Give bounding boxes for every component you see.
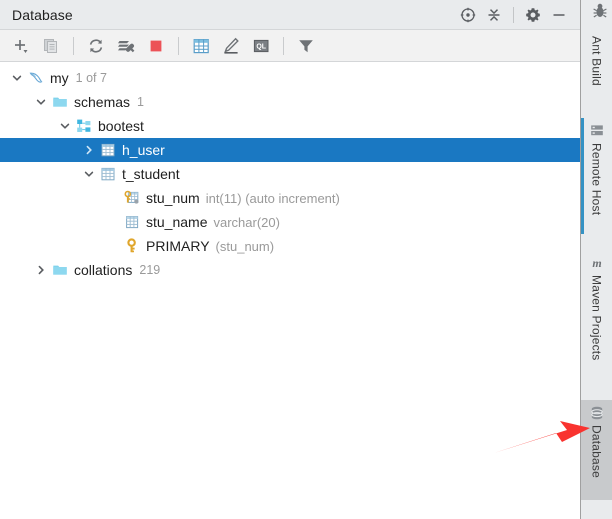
locate-icon[interactable]: [455, 2, 481, 28]
title-bar-separator: [513, 6, 514, 23]
sidebar-tab-label: Remote Host: [589, 143, 604, 216]
tree-node-type: varchar(20): [213, 214, 280, 230]
tree-node-type: (stu_num): [215, 238, 275, 254]
table-editor-icon[interactable]: [186, 31, 216, 61]
database-icon: [589, 406, 605, 420]
tree-node-primary-key[interactable]: PRIMARY (stu_num): [0, 234, 580, 258]
chevron-down-icon[interactable]: [56, 120, 74, 132]
bug-icon[interactable]: [592, 2, 608, 25]
tree-node-label: PRIMARY: [146, 238, 210, 254]
run-script-icon[interactable]: [111, 31, 141, 61]
chevron-down-icon[interactable]: [80, 168, 98, 180]
primary-key-column-icon: [122, 190, 142, 206]
sidebar-tab-maven-projects[interactable]: m Maven Projects: [581, 250, 612, 382]
tree-node-label: h_user: [122, 142, 165, 158]
tree-node-stu-name[interactable]: stu_name varchar(20): [0, 210, 580, 234]
tree-node-count: 1 of 7: [75, 71, 107, 85]
tree-node-label: bootest: [98, 118, 144, 134]
column-icon: [122, 214, 142, 230]
tree-node-label: stu_name: [146, 214, 208, 230]
toolbar-separator-2: [178, 36, 179, 55]
toolbar-separator-3: [283, 36, 284, 55]
database-tree[interactable]: my 1 of 7 schemas 1 bootest h_user t_studentst…: [0, 62, 580, 519]
chevron-down-icon[interactable]: [32, 96, 50, 108]
database-tool-window: Database QL my 1 of 7 schemas 1 bootest …: [0, 0, 612, 519]
tree-node-label: schemas: [74, 94, 131, 110]
sidebar-selection-indicator: [581, 118, 584, 234]
remote-host-icon: [589, 124, 605, 138]
title-bar-actions: [455, 0, 580, 29]
folder-icon: [50, 262, 70, 278]
schema-icon: [74, 118, 94, 134]
folder-icon: [50, 94, 70, 110]
toolbar-separator: [73, 36, 74, 55]
tree-node-label: t_student: [122, 166, 180, 182]
database-toolbar: QL: [0, 30, 580, 62]
modify-icon[interactable]: [216, 31, 246, 61]
minimize-icon[interactable]: [546, 2, 572, 28]
right-tool-window-bar: Ant Build Remote Host m Maven Projects Datab…: [581, 0, 612, 519]
refresh-icon[interactable]: [81, 31, 111, 61]
tree-node-bootest[interactable]: bootest: [0, 114, 580, 138]
chevron-right-icon[interactable]: [80, 144, 98, 156]
tree-node-collations[interactable]: collations 219: [0, 258, 580, 282]
key-icon: [122, 238, 142, 254]
tree-node-t-student[interactable]: t_student: [0, 162, 580, 186]
svg-text:QL: QL: [256, 43, 266, 50]
filter-icon[interactable]: [291, 31, 321, 61]
tree-node-label: collations: [74, 262, 133, 278]
tree-node-stu-num[interactable]: stu_num int(11) (auto increment): [0, 186, 580, 210]
sidebar-tab-label: Maven Projects: [589, 275, 604, 361]
tree-node-my[interactable]: my 1 of 7: [0, 66, 580, 90]
chevron-down-icon[interactable]: [8, 72, 26, 84]
sidebar-tab-label: Database: [589, 425, 604, 478]
sidebar-tab-label: Ant Build: [589, 36, 604, 86]
mysql-dolphin-icon: [26, 70, 46, 86]
table-icon: [98, 142, 118, 158]
tree-node-schemas[interactable]: schemas 1: [0, 90, 580, 114]
stop-icon[interactable]: [141, 31, 171, 61]
table-icon: [98, 166, 118, 182]
sidebar-tab-ant-build[interactable]: Ant Build: [581, 30, 612, 118]
collapse-all-icon[interactable]: [481, 2, 507, 28]
tree-node-label: my: [50, 70, 69, 86]
tree-node-count: 219: [139, 263, 161, 277]
sidebar-tab-database[interactable]: Database: [581, 400, 612, 500]
add-icon[interactable]: [6, 31, 36, 61]
tree-node-h-user[interactable]: h_user: [0, 138, 580, 162]
copy-icon[interactable]: [36, 31, 66, 61]
svg-text:m: m: [592, 256, 601, 270]
tree-node-count: 1: [137, 95, 144, 109]
tree-node-label: stu_num: [146, 190, 200, 206]
page-title: Database: [12, 6, 73, 23]
database-panel: Database QL my 1 of 7 schemas 1 bootest …: [0, 0, 581, 519]
query-console-icon[interactable]: QL: [246, 31, 276, 61]
sidebar-tab-remote-host[interactable]: Remote Host: [581, 118, 612, 234]
gear-icon[interactable]: [520, 2, 546, 28]
panel-title-bar: Database: [0, 0, 580, 30]
tree-node-type: int(11) (auto increment): [205, 190, 340, 206]
chevron-right-icon[interactable]: [32, 264, 50, 276]
maven-m-icon: m: [589, 256, 605, 270]
